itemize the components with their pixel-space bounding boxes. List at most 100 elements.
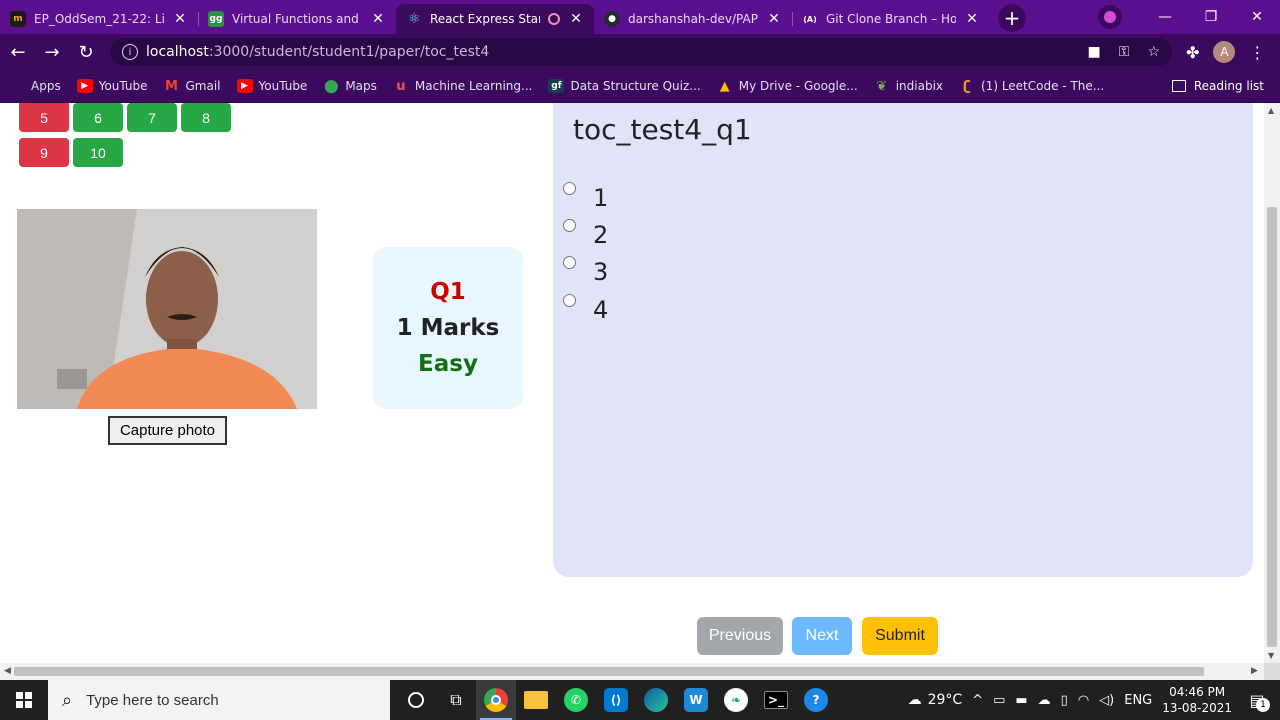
back-arrow-icon[interactable]: ← [2, 36, 34, 68]
site-info-icon[interactable]: i [122, 44, 138, 60]
task-view-icon[interactable]: ⧉ [436, 680, 476, 720]
close-tab-icon[interactable]: ✕ [172, 11, 188, 27]
scroll-left-arrow-icon[interactable]: ◀ [4, 666, 11, 676]
extensions-puzzle-icon[interactable]: ✤ [1186, 43, 1199, 62]
option-1[interactable]: 1 [563, 181, 608, 212]
weather-widget[interactable]: ☁ 29°C [908, 692, 963, 708]
bookmarks-bar: Apps ▶ YouTube M Gmail ▶ YouTube ⬤ Maps … [0, 70, 1280, 103]
menu-kebab-icon[interactable]: ⋮ [1249, 43, 1265, 62]
capture-photo-button[interactable]: Capture photo [108, 416, 227, 445]
terminal-icon[interactable]: >_ [756, 680, 796, 720]
option-4[interactable]: 4 [563, 293, 608, 324]
close-tab-icon[interactable]: ✕ [568, 11, 584, 27]
reading-list-button[interactable]: Reading list [1171, 79, 1264, 93]
option-3[interactable]: 3 [563, 255, 608, 286]
chrome-icon[interactable] [476, 680, 516, 720]
bookmark-indiabix[interactable]: ❦ indiabix [874, 79, 943, 94]
bookmark-youtube[interactable]: ▶ YouTube [76, 79, 148, 93]
option-radio[interactable] [563, 219, 576, 232]
submit-button[interactable]: Submit [862, 617, 938, 655]
option-2[interactable]: 2 [563, 218, 608, 249]
moodle-favicon-icon: m [10, 11, 26, 27]
profile-indicator-icon[interactable] [1098, 5, 1122, 29]
vertical-scroll-thumb[interactable] [1267, 207, 1277, 647]
star-bookmark-icon[interactable]: ☆ [1147, 44, 1160, 60]
minimize-icon[interactable]: — [1142, 0, 1188, 34]
vertical-scrollbar[interactable]: ▲ ▼ [1264, 103, 1280, 663]
address-bar[interactable]: i localhost:3000/student/student1/paper/… [110, 38, 1172, 66]
exam-page: 5 6 7 8 9 10 Capture photo Q1 1 Marks Ea… [0, 103, 1264, 663]
new-tab-button[interactable]: + [998, 4, 1026, 32]
mongodb-compass-icon[interactable]: ❧ [716, 680, 756, 720]
help-icon[interactable]: ? [796, 680, 836, 720]
question-nav-button-7[interactable]: 7 [127, 103, 177, 132]
reload-icon[interactable]: ↻ [70, 36, 102, 68]
question-nav-button-5[interactable]: 5 [19, 103, 69, 132]
option-label: 3 [593, 258, 609, 286]
clock[interactable]: 04:46 PM 13-08-2021 [1162, 684, 1232, 716]
option-radio[interactable] [563, 294, 576, 307]
network-status-icon[interactable]: ▭ [993, 693, 1005, 708]
camera-icon[interactable]: ■ [1088, 44, 1101, 60]
question-nav-button-8[interactable]: 8 [181, 103, 231, 132]
next-button[interactable]: Next [792, 617, 852, 655]
browser-tab-3-active[interactable]: ⚛ React Express Starter ✕ [396, 4, 594, 34]
usb-device-icon[interactable]: ▯ [1061, 693, 1068, 708]
previous-button[interactable]: Previous [697, 617, 783, 655]
whatsapp-icon[interactable]: ✆ [556, 680, 596, 720]
edge-icon[interactable] [636, 680, 676, 720]
forward-arrow-icon[interactable]: → [36, 36, 68, 68]
bookmark-youtube-2[interactable]: ▶ YouTube [236, 79, 308, 93]
close-window-icon[interactable]: ✕ [1234, 0, 1280, 34]
search-icon: ⌕ [62, 689, 73, 710]
bookmark-label: Gmail [185, 79, 221, 93]
close-tab-icon[interactable]: ✕ [766, 11, 782, 27]
file-explorer-icon[interactable] [516, 680, 556, 720]
taskbar-search-box[interactable]: ⌕ Type here to search [48, 680, 390, 720]
bookmark-apps[interactable]: Apps [14, 79, 61, 93]
close-tab-icon[interactable]: ✕ [370, 11, 386, 27]
wifi-icon[interactable]: ◠ [1078, 693, 1089, 708]
avatar[interactable]: A [1213, 41, 1236, 63]
question-nav-button-9[interactable]: 9 [19, 138, 69, 167]
url-path: :3000/student/student1/paper/toc_test4 [208, 44, 490, 60]
option-radio[interactable] [563, 256, 576, 269]
bookmark-label: Machine Learning... [414, 79, 533, 93]
browser-tab-4[interactable]: ● darshanshah-dev/PAPER: F ✕ [594, 4, 792, 34]
notification-center-icon[interactable]: ▤ 1 [1242, 685, 1272, 715]
language-indicator[interactable]: ENG [1124, 693, 1152, 708]
volume-icon[interactable]: ◁) [1099, 693, 1114, 708]
restore-icon[interactable]: ❐ [1188, 0, 1234, 34]
start-button[interactable] [0, 680, 48, 720]
scroll-down-arrow-icon[interactable]: ▼ [1268, 651, 1274, 660]
horizontal-scrollbar[interactable]: ◀ ▶ [0, 663, 1264, 680]
react-favicon-icon: ⚛ [407, 11, 421, 27]
bookmark-leetcode[interactable]: ʗ (1) LeetCode - The... [959, 79, 1104, 94]
taskbar-apps: ⧉ ✆ ⟨⟩ W ❧ >_ ? [396, 680, 836, 720]
close-tab-icon[interactable]: ✕ [964, 11, 980, 27]
browser-tab-1[interactable]: m EP_OddSem_21-22: Live at ✕ [0, 4, 198, 34]
tray-chevron-up-icon[interactable]: ^ [972, 693, 983, 708]
bookmark-my-drive[interactable]: ▲ My Drive - Google... [717, 78, 858, 94]
bookmark-data-structure-quiz[interactable]: gf Data Structure Quiz... [548, 79, 701, 93]
option-radio[interactable] [563, 182, 576, 195]
scroll-up-arrow-icon[interactable]: ▲ [1268, 106, 1274, 115]
browser-tab-2[interactable]: gg Virtual Functions and Runt ✕ [198, 4, 396, 34]
scroll-right-arrow-icon[interactable]: ▶ [1251, 666, 1258, 676]
store-icon[interactable]: W [676, 680, 716, 720]
battery-icon[interactable]: ▬ [1015, 693, 1027, 708]
bookmark-machine-learning[interactable]: u Machine Learning... [393, 79, 533, 94]
onedrive-cloud-icon[interactable]: ☁ [1038, 693, 1051, 708]
google-drive-icon: ▲ [719, 78, 730, 94]
browser-tab-5[interactable]: (A) Git Clone Branch – How to ✕ [792, 4, 990, 34]
vscode-icon[interactable]: ⟨⟩ [596, 680, 636, 720]
key-icon[interactable]: ⚿ [1119, 44, 1130, 60]
cortana-icon[interactable] [396, 680, 436, 720]
question-nav-button-6[interactable]: 6 [73, 103, 123, 132]
bookmark-maps[interactable]: ⬤ Maps [323, 79, 377, 94]
bookmark-gmail[interactable]: M Gmail [164, 79, 221, 94]
question-nav-button-10[interactable]: 10 [73, 138, 123, 167]
weather-cloud-icon: ☁ [907, 692, 922, 708]
horizontal-scroll-thumb[interactable] [14, 667, 1204, 676]
bookmark-label: YouTube [258, 79, 308, 93]
